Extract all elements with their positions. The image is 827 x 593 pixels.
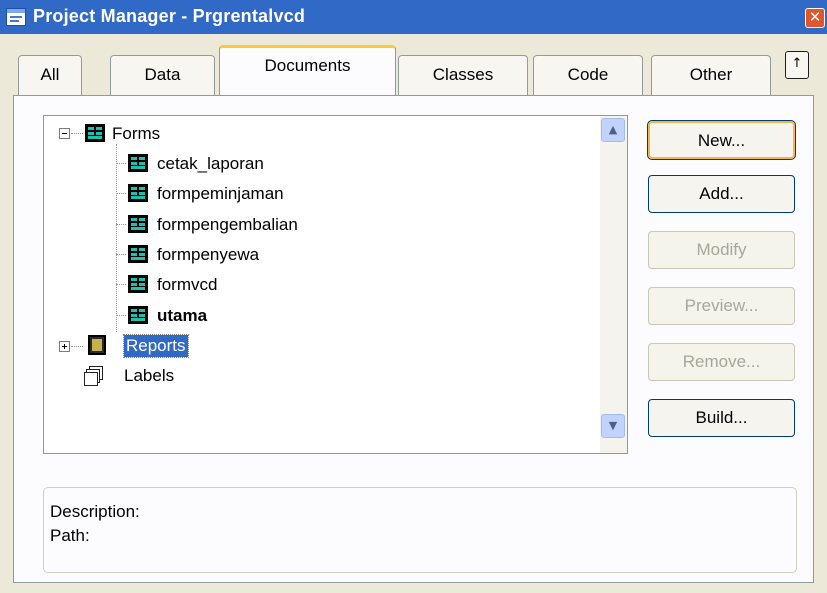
- build-button[interactable]: Build...: [648, 399, 795, 437]
- tree-scrollbar[interactable]: ▲ ▼: [600, 116, 627, 453]
- scroll-down-button[interactable]: ▼: [601, 414, 625, 438]
- labels-icon: [84, 366, 104, 386]
- reports-icon: [88, 335, 106, 355]
- tab-all[interactable]: All: [18, 55, 82, 95]
- tree-node-form[interactable]: formpengembalian: [157, 214, 298, 236]
- form-icon: [128, 275, 148, 293]
- project-manager-window: Project Manager - Prgrentalvcd ✕ All Dat…: [0, 0, 827, 593]
- project-tree[interactable]: Forms cetak_laporan formpeminjaman formp…: [43, 115, 628, 454]
- tab-other[interactable]: Other: [651, 55, 771, 95]
- tab-classes[interactable]: Classes: [398, 55, 528, 95]
- tree-node-form[interactable]: cetak_laporan: [157, 153, 264, 175]
- title-bar[interactable]: Project Manager - Prgrentalvcd ✕: [0, 0, 827, 34]
- remove-button[interactable]: Remove...: [648, 343, 795, 381]
- project-manager-icon: [6, 8, 26, 26]
- description-box: Description: Path:: [43, 487, 797, 573]
- description-label: Description:: [50, 502, 140, 521]
- tab-documents[interactable]: Documents: [219, 45, 396, 95]
- tree-node-form[interactable]: formpenyewa: [157, 244, 259, 266]
- form-icon: [128, 215, 148, 233]
- tab-scroll-button[interactable]: ↑: [785, 51, 809, 79]
- close-button[interactable]: ✕: [805, 8, 825, 28]
- tree-node-reports[interactable]: Reports: [123, 334, 189, 358]
- tree-node-form-main[interactable]: utama: [157, 305, 207, 327]
- forms-collapse-toggle[interactable]: [59, 128, 70, 139]
- tree-node-labels[interactable]: Labels: [124, 365, 174, 387]
- form-icon: [128, 245, 148, 263]
- modify-button[interactable]: Modify: [648, 231, 795, 269]
- add-button[interactable]: Add...: [648, 175, 795, 213]
- reports-expand-toggle[interactable]: [59, 341, 70, 352]
- tab-data[interactable]: Data: [110, 55, 215, 95]
- scroll-up-button[interactable]: ▲: [601, 118, 625, 142]
- forms-icon: [85, 124, 105, 142]
- preview-button[interactable]: Preview...: [648, 287, 795, 325]
- tree-node-form[interactable]: formvcd: [157, 274, 217, 296]
- window-title: Project Manager - Prgrentalvcd: [33, 6, 306, 26]
- tree-node-forms[interactable]: Forms: [112, 123, 160, 145]
- form-icon: [128, 184, 148, 202]
- path-label: Path:: [50, 526, 90, 545]
- form-icon: [128, 306, 148, 324]
- tree-node-form[interactable]: formpeminjaman: [157, 183, 284, 205]
- tab-code[interactable]: Code: [533, 55, 643, 95]
- form-icon: [128, 154, 148, 172]
- new-button[interactable]: New...: [647, 120, 796, 160]
